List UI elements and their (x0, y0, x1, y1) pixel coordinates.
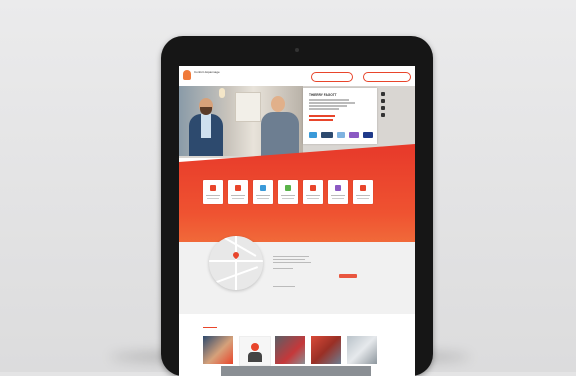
contact-line (309, 105, 347, 107)
gallery-section (179, 314, 415, 374)
competences-list (203, 180, 393, 210)
address-line (273, 268, 293, 270)
lamp-shape (219, 88, 225, 98)
window-shape (235, 92, 261, 122)
fan-icon (310, 185, 316, 191)
header-button-primary[interactable] (311, 72, 353, 82)
avatar-icon (251, 343, 259, 351)
competence-card-radiator[interactable] (253, 180, 273, 204)
contact-line (309, 102, 355, 104)
partner-logo (337, 132, 345, 138)
gallery-photo[interactable] (239, 336, 271, 366)
site-header: Confort dépannage (179, 66, 415, 86)
competence-card-heater[interactable] (203, 180, 223, 204)
contact-line (309, 108, 339, 110)
instagram-icon[interactable] (381, 106, 385, 110)
location-map[interactable] (209, 236, 263, 290)
competence-card-eco[interactable] (278, 180, 298, 204)
contact-card: THIERRY FAGOTT (303, 88, 377, 144)
radiator-icon (260, 185, 266, 191)
gallery-photo[interactable] (203, 336, 233, 364)
gallery-underline (203, 327, 217, 329)
logo-icon[interactable] (183, 70, 191, 80)
twitter-icon[interactable] (381, 113, 385, 117)
competence-card-boiler[interactable] (228, 180, 248, 204)
hero-photo (179, 86, 303, 156)
partner-logo (321, 132, 333, 138)
brand-name[interactable]: Confort dépannage (194, 71, 220, 74)
promo-banner[interactable] (221, 366, 371, 376)
camera-icon (295, 48, 299, 52)
competence-card-repair[interactable] (353, 180, 373, 204)
gallery-photo[interactable] (311, 336, 341, 364)
tool-icon (360, 185, 366, 191)
address-line (273, 256, 309, 258)
facebook-icon[interactable] (381, 92, 385, 96)
contact-name: THIERRY FAGOTT (309, 93, 337, 97)
address-line (273, 286, 295, 288)
tablet-screen: Confort dépannage THIERRY FAGOTT (179, 66, 415, 376)
leaf-icon (285, 185, 291, 191)
customer-photo (261, 94, 301, 156)
thermostat-icon (335, 185, 341, 191)
address-line (273, 259, 305, 261)
heater-icon (210, 185, 216, 191)
gallery-photo[interactable] (347, 336, 377, 364)
linkedin-icon[interactable] (381, 99, 385, 103)
technician-photo (187, 98, 225, 156)
partner-logo (349, 132, 359, 138)
contact-email[interactable] (309, 119, 333, 121)
boiler-icon (235, 185, 241, 191)
gallery-photo[interactable] (275, 336, 305, 364)
map-pin-icon (231, 250, 241, 260)
contact-phone[interactable] (309, 115, 335, 117)
partner-logo (309, 132, 317, 138)
tablet-device: Confort dépannage THIERRY FAGOTT (161, 36, 433, 376)
partner-logo (363, 132, 373, 138)
address-section (179, 236, 415, 314)
header-button-secondary[interactable] (363, 72, 411, 82)
contact-line (309, 99, 349, 101)
directions-link[interactable] (339, 274, 357, 278)
competence-card-thermostat[interactable] (328, 180, 348, 204)
competence-card-ventilation[interactable] (303, 180, 323, 204)
address-line (273, 262, 311, 264)
